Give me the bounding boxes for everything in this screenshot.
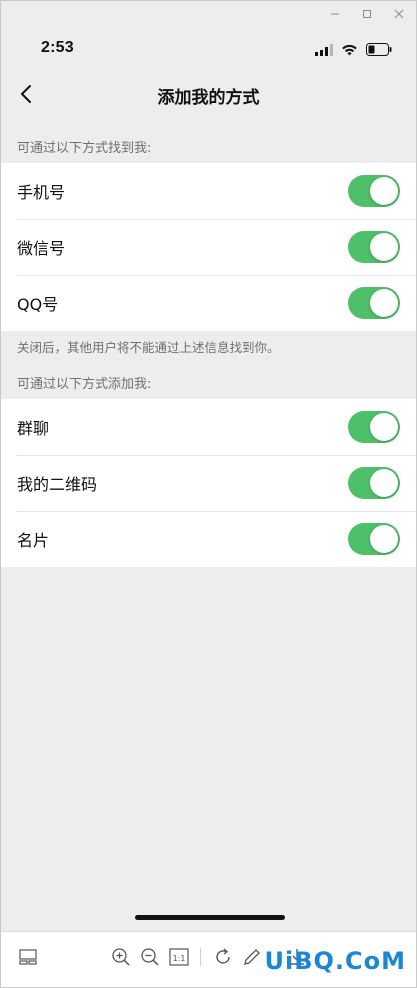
- find-section-group: 手机号 微信号 QQ号: [1, 163, 416, 331]
- cellular-signal-icon: [315, 41, 333, 60]
- row-label: 手机号: [17, 183, 66, 202]
- zoom-out-icon[interactable]: [139, 946, 161, 968]
- actual-size-icon[interactable]: 1:1: [168, 946, 190, 968]
- home-indicator[interactable]: [135, 915, 285, 920]
- add-via-qr-code-row[interactable]: 我的二维码: [1, 455, 416, 511]
- close-icon[interactable]: [392, 7, 406, 21]
- phone-screenshot-window: 2:53 添加我的方式 可通过以下方式找到我: 手机号 微信号 QQ号 关闭后，…: [0, 0, 417, 988]
- find-by-qq-toggle[interactable]: [348, 287, 400, 319]
- toggle-knob: [370, 233, 398, 261]
- row-label: 名片: [17, 531, 50, 550]
- row-label: 微信号: [17, 239, 66, 258]
- add-via-business-card-row[interactable]: 名片: [1, 511, 416, 567]
- add-via-qr-code-toggle[interactable]: [348, 467, 400, 499]
- page-title: 添加我的方式: [157, 88, 260, 108]
- find-by-wechat-id-row[interactable]: 微信号: [1, 219, 416, 275]
- find-by-phone-toggle[interactable]: [348, 175, 400, 207]
- edit-pencil-icon[interactable]: [241, 946, 263, 968]
- window-titlebar: [1, 1, 416, 27]
- find-by-qq-row[interactable]: QQ号: [1, 275, 416, 331]
- minimize-icon[interactable]: [328, 7, 342, 21]
- svg-text:1:1: 1:1: [173, 954, 186, 963]
- status-icons: [315, 41, 392, 60]
- find-section-note: 关闭后，其他用户将不能通过上述信息找到你。: [17, 340, 280, 355]
- row-label: 群聊: [17, 419, 50, 438]
- toggle-knob: [370, 469, 398, 497]
- maximize-icon[interactable]: [360, 7, 374, 21]
- battery-icon: [366, 41, 392, 60]
- add-via-business-card-toggle[interactable]: [348, 523, 400, 555]
- find-by-phone-row[interactable]: 手机号: [1, 163, 416, 219]
- row-label: 我的二维码: [17, 475, 98, 494]
- toggle-knob: [370, 413, 398, 441]
- toggle-knob: [370, 289, 398, 317]
- status-time: 2:53: [41, 39, 74, 56]
- status-bar: 2:53: [1, 27, 416, 71]
- add-via-group-chat-row[interactable]: 群聊: [1, 399, 416, 455]
- add-section-group: 群聊 我的二维码 名片: [1, 399, 416, 567]
- site-watermark: UiBQ.CoM: [264, 947, 406, 975]
- toggle-knob: [370, 525, 398, 553]
- find-section-header: 可通过以下方式找到我:: [17, 141, 152, 156]
- rotate-icon[interactable]: [212, 946, 234, 968]
- wifi-icon: [341, 41, 358, 60]
- window-controls: [328, 1, 406, 27]
- toggle-knob: [370, 177, 398, 205]
- zoom-in-icon[interactable]: [110, 946, 132, 968]
- find-by-wechat-id-toggle[interactable]: [348, 231, 400, 263]
- row-label: QQ号: [17, 295, 59, 314]
- navigation-bar: 添加我的方式: [1, 71, 416, 117]
- add-section-header: 可通过以下方式添加我:: [17, 377, 152, 392]
- settings-content: 可通过以下方式找到我: 手机号 微信号 QQ号 关闭后，其他用户将不能通过上述信…: [1, 135, 416, 567]
- toolbar-divider: [200, 948, 201, 966]
- add-via-group-chat-toggle[interactable]: [348, 411, 400, 443]
- thumbnail-view-icon[interactable]: [17, 946, 39, 968]
